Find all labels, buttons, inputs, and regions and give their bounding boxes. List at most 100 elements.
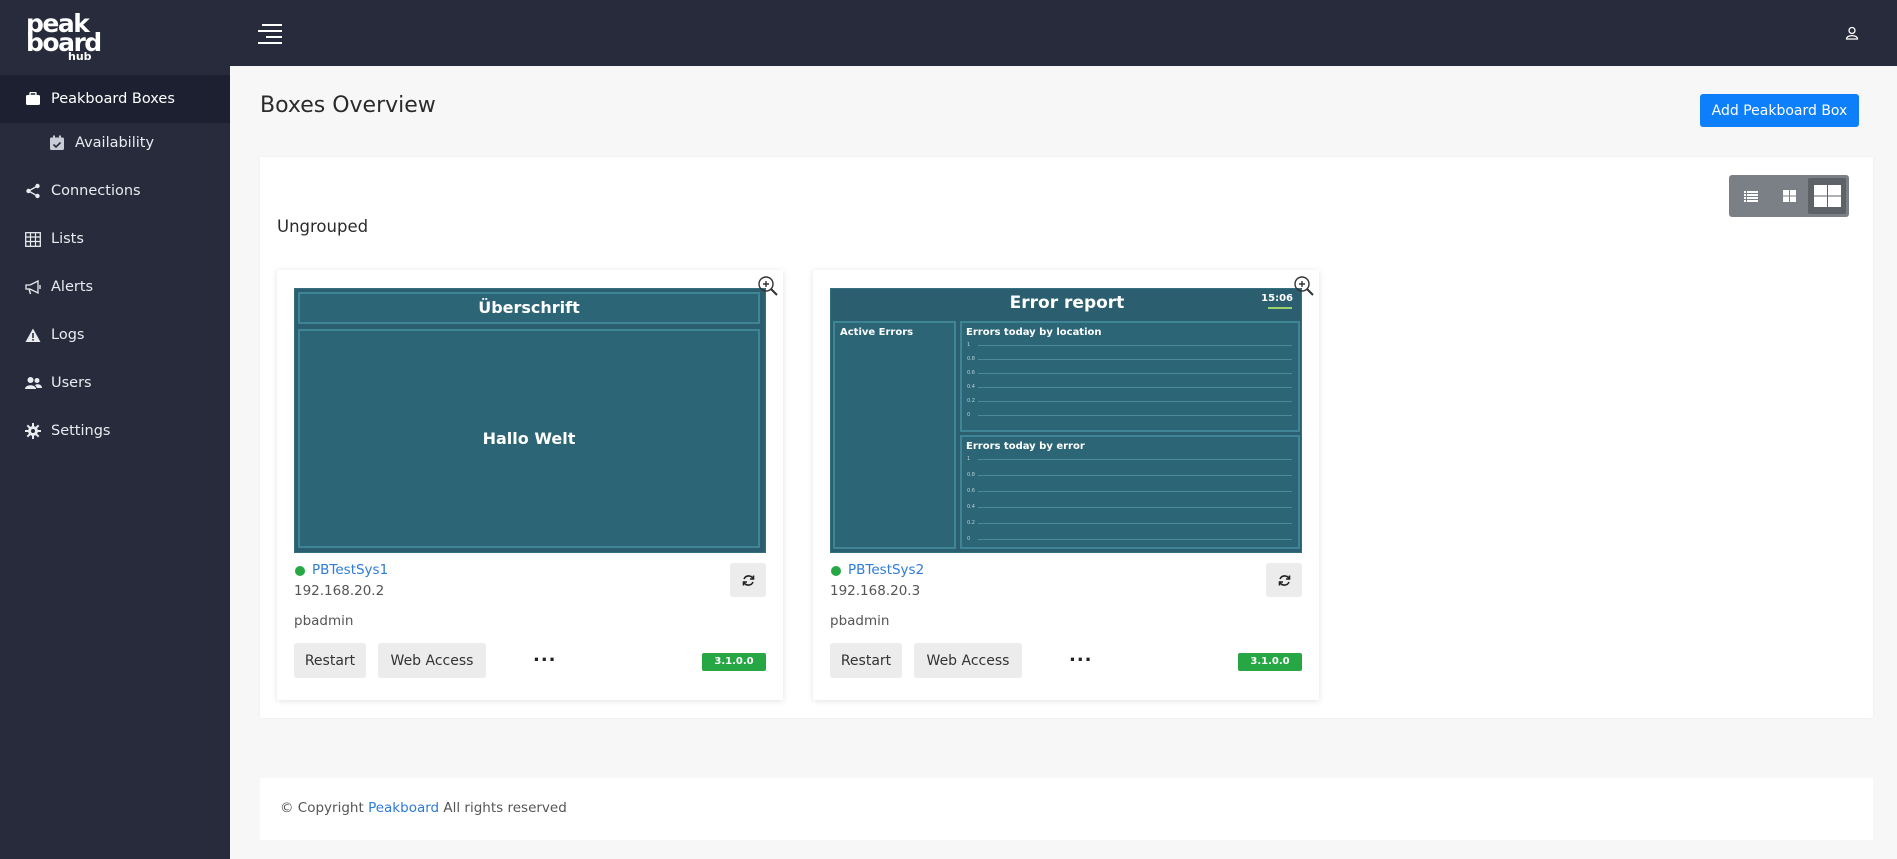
box-preview[interactable]: Error report 15:06 Active Errors Errors … [830,288,1302,553]
footer-peakboard-link[interactable]: Peakboard [368,800,439,816]
preview-date-line [1268,307,1292,309]
gear-icon [24,422,42,440]
preview-axis-tick: 0.6 [967,370,975,376]
footer: © Copyright Peakboard All rights reserve… [260,778,1873,840]
preview-gridline [978,507,1292,508]
preview-body-panel: Hallo Welt [298,329,760,548]
preview-gridline [978,401,1292,402]
refresh-button[interactable] [730,563,766,597]
sidebar-item-lists[interactable]: Lists [0,215,230,263]
preview-axis-tick: 0.8 [967,472,975,478]
menu-icon[interactable] [258,24,282,44]
preview-axis-tick: 0 [967,412,971,418]
preview-gridline [978,491,1292,492]
sidebar-item-label: Alerts [51,279,94,295]
preview-axis-tick: 0.6 [967,488,975,494]
preview-axis-tick: 0 [967,536,971,542]
brand-logo[interactable]: peak board hub [0,0,230,66]
sidebar-item-peakboard-boxes[interactable]: Peakboard Boxes [0,75,230,123]
status-online-indicator [831,566,841,576]
sidebar-item-label: Peakboard Boxes [51,91,175,107]
refresh-icon [742,574,754,586]
sidebar-item-label: Settings [51,423,111,439]
preview-gridline [978,459,1292,460]
sidebar-item-availability[interactable]: Availability [0,119,230,167]
box-preview[interactable]: Überschrift Hallo Welt [294,288,766,553]
sidebar-item-logs[interactable]: Logs [0,311,230,359]
preview-heading-panel: Überschrift [298,292,760,324]
refresh-button[interactable] [1266,563,1302,597]
small-grid-view-icon[interactable] [1770,178,1808,214]
warning-icon [24,326,42,344]
web-access-button[interactable]: Web Access [914,643,1022,678]
top-bar [230,0,1897,66]
sidebar-item-label: Availability [75,135,155,151]
more-options-button[interactable]: ... [1069,645,1093,666]
preview-active-errors-panel: Active Errors [833,321,956,549]
preview-clock: 15:06 [1261,293,1293,304]
preview-gridline [978,345,1292,346]
zoom-in-icon[interactable] [1293,275,1315,297]
users-icon [24,374,42,392]
add-peakboard-box-button[interactable]: Add Peakboard Box [1700,94,1859,127]
box-name-link[interactable]: PBTestSys1 [312,562,388,578]
sidebar-item-connections[interactable]: Connections [0,167,230,215]
preview-gridline [978,359,1292,360]
list-view-icon[interactable] [1732,178,1770,214]
box-ip: 192.168.20.2 [294,583,385,599]
zoom-in-icon[interactable] [757,275,779,297]
preview-location-chart-panel: Errors today by location 1 0.8 0.6 0.4 0… [960,321,1300,432]
version-badge: 3.1.0.0 [1238,653,1302,671]
preview-gridline [978,415,1292,416]
share-icon [24,182,42,200]
refresh-icon [1278,574,1290,586]
box-user: pbadmin [294,613,354,629]
preview-axis-tick: 0.4 [967,384,975,390]
status-online-indicator [295,566,305,576]
preview-axis-tick: 1 [967,342,971,348]
preview-gridline [978,539,1292,540]
version-badge: 3.1.0.0 [702,653,766,671]
view-toggle [1729,175,1849,217]
box-icon [24,90,42,108]
box-user: pbadmin [830,613,890,629]
preview-panel-label: Errors today by error [966,441,1085,452]
box-card: Überschrift Hallo Welt PBTestSys1 192.16… [277,270,783,700]
restart-button[interactable]: Restart [830,643,902,678]
megaphone-icon [24,278,42,296]
large-grid-view-icon[interactable] [1808,178,1846,214]
preview-axis-tick: 0.8 [967,356,975,362]
footer-copyright: © Copyright [280,800,364,816]
sidebar-item-label: Connections [51,183,141,199]
preview-gridline [978,523,1292,524]
preview-axis-tick: 0.2 [967,398,975,404]
box-ip: 192.168.20.3 [830,583,921,599]
sidebar-item-label: Lists [51,231,84,247]
sidebar-item-settings[interactable]: Settings [0,407,230,455]
sidebar-item-label: Logs [51,327,85,343]
preview-heading: Error report [1009,293,1125,313]
preview-axis-tick: 0.4 [967,504,975,510]
calendar-check-icon [48,134,66,152]
logo-text-board: board [26,28,102,57]
more-options-button[interactable]: ... [533,645,557,666]
user-icon[interactable] [1845,25,1861,41]
preview-heading: Überschrift [478,298,580,317]
preview-gridline [978,373,1292,374]
preview-body-text: Hallo Welt [482,429,576,448]
group-title: Ungrouped [277,217,369,236]
preview-panel-label: Errors today by location [966,327,1102,338]
restart-button[interactable]: Restart [294,643,366,678]
page-title: Boxes Overview [260,93,436,118]
sidebar-item-users[interactable]: Users [0,359,230,407]
preview-axis-tick: 0.2 [967,520,975,526]
sidebar: peak board hub Peakboard Boxes Availabil… [0,0,230,859]
web-access-button[interactable]: Web Access [378,643,486,678]
box-name-link[interactable]: PBTestSys2 [848,562,924,578]
sidebar-item-alerts[interactable]: Alerts [0,263,230,311]
preview-gridline [978,475,1292,476]
preview-axis-tick: 1 [967,456,971,462]
box-card: Error report 15:06 Active Errors Errors … [813,270,1319,700]
footer-rights: All rights reserved [443,800,567,816]
table-icon [24,230,42,248]
